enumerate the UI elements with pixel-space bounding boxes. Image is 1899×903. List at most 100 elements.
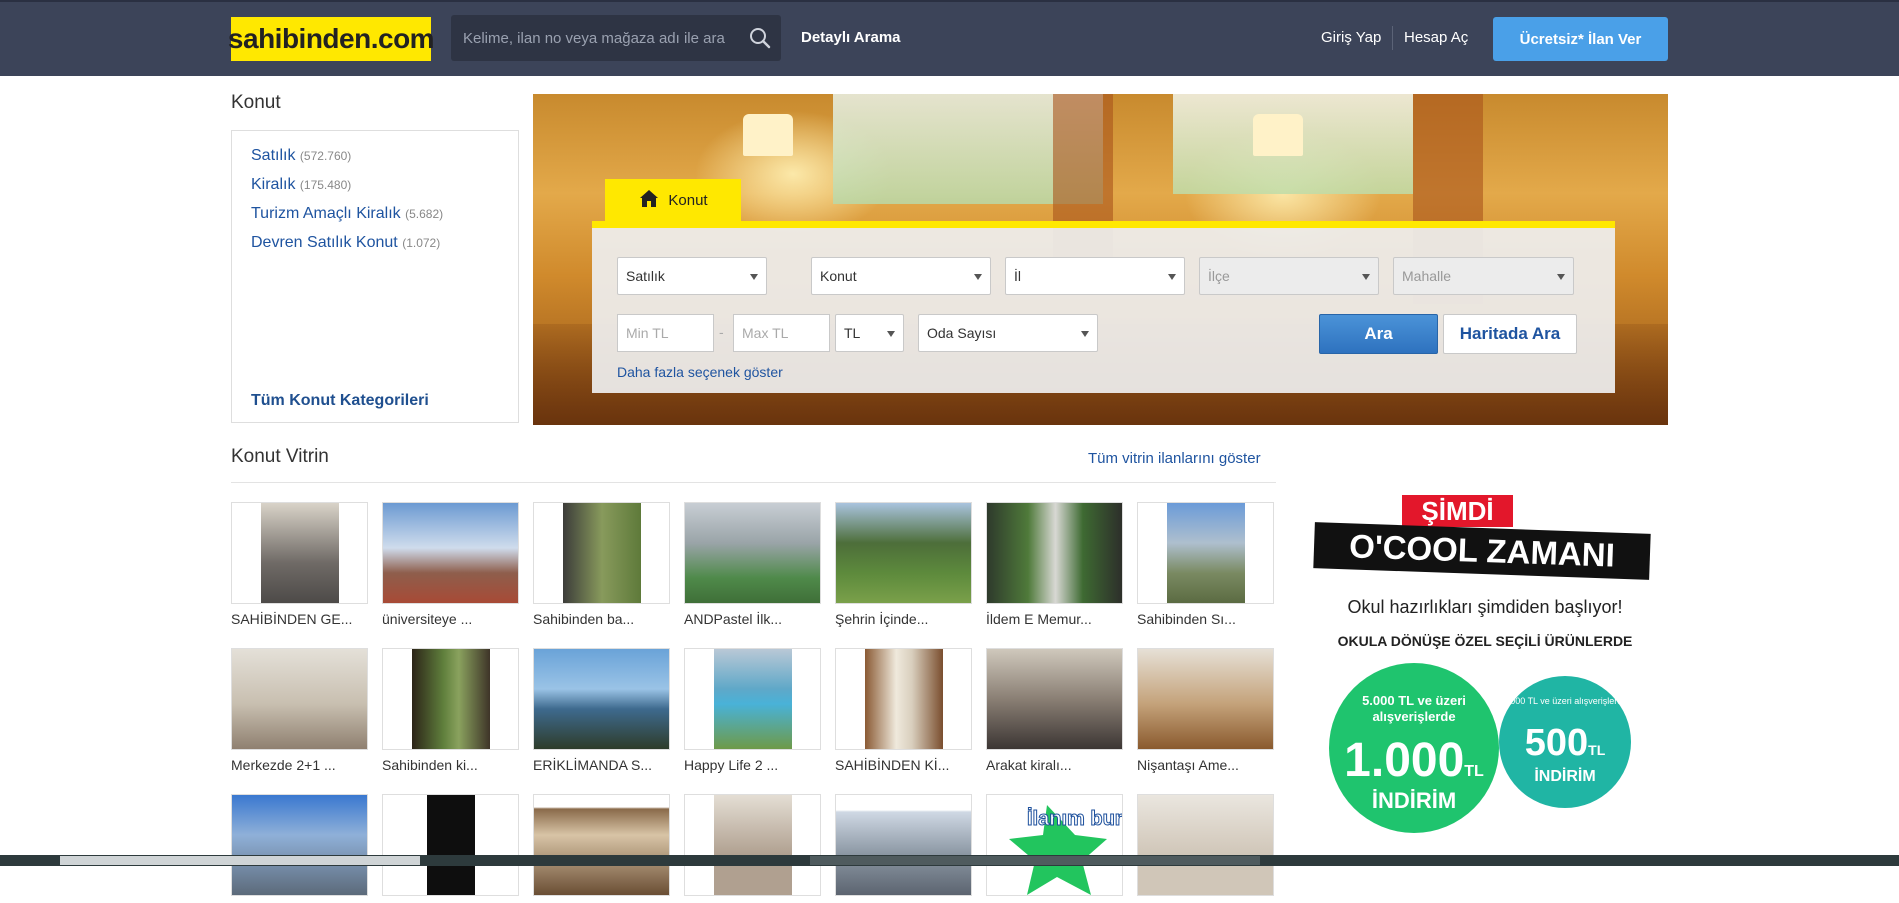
listing-thumbnail[interactable] [231, 794, 368, 896]
listing-title[interactable]: SAHİBİNDEN Kİ... [835, 757, 972, 773]
listing-card[interactable] [231, 794, 368, 903]
listing-title[interactable]: Happy Life 2 ... [684, 757, 821, 773]
listing-thumbnail[interactable] [1137, 648, 1274, 750]
listing-card[interactable] [835, 794, 972, 903]
listing-title[interactable]: Şehrin İçinde... [835, 611, 972, 627]
listing-thumbnail[interactable] [835, 502, 972, 604]
listing-card[interactable]: Happy Life 2 ... [684, 648, 821, 773]
top-header: sahibinden.com Detaylı Arama Giriş Yap H… [0, 0, 1899, 76]
listing-card[interactable]: Sahibinden ba... [533, 502, 670, 627]
listing-card[interactable]: SAHİBİNDEN Kİ... [835, 648, 972, 773]
listing-thumbnail[interactable] [533, 794, 670, 896]
listing-thumbnail[interactable] [835, 648, 972, 750]
listing-card[interactable]: üniversiteye ... [382, 502, 519, 627]
showcase-all-link[interactable]: Tüm vitrin ilanlarını göster [1088, 450, 1261, 467]
listing-thumbnail[interactable] [533, 648, 670, 750]
min-price-input[interactable] [617, 314, 714, 352]
currency-select[interactable]: TL [835, 314, 904, 352]
listing-thumbnail[interactable] [684, 648, 821, 750]
listing-card[interactable] [684, 794, 821, 903]
category-box: Satılık (572.760) Kiralık (175.480) Turi… [231, 130, 519, 423]
category-label[interactable]: Satılık [251, 147, 295, 164]
listing-card[interactable] [1137, 794, 1274, 903]
register-link[interactable]: Hesap Aç [1404, 29, 1468, 46]
category-item-tourism-rent[interactable]: Turizm Amaçlı Kiralık (5.682) [251, 205, 443, 234]
listing-card[interactable]: İldem E Memur... [986, 502, 1123, 627]
scrollbar-thumb[interactable] [60, 856, 420, 865]
listing-title[interactable]: Nişantaşı Ame... [1137, 757, 1274, 773]
listing-title[interactable]: Sahibinden ki... [382, 757, 519, 773]
listing-card[interactable]: Merkezde 2+1 ... [231, 648, 368, 773]
type-select[interactable]: Satılık [617, 257, 767, 295]
category-count: (572.760) [299, 149, 352, 163]
listing-thumbnail[interactable] [986, 648, 1123, 750]
listing-card[interactable]: Sahibinden ki... [382, 648, 519, 773]
tab-konut[interactable]: Konut [605, 179, 741, 221]
listing-title[interactable]: Arakat kiralı... [986, 757, 1123, 773]
hero-lamp [743, 114, 793, 156]
listing-card[interactable]: İlanım burada yer alsın [986, 794, 1123, 903]
listing-thumbnail[interactable] [1137, 794, 1274, 896]
listing-thumbnail[interactable] [684, 502, 821, 604]
listing-thumbnail[interactable] [382, 794, 519, 896]
listing-title[interactable]: Sahibinden Sı... [1137, 611, 1274, 627]
listing-card[interactable]: Arakat kiralı... [986, 648, 1123, 773]
category-label[interactable]: Kiralık [251, 176, 295, 193]
search-input[interactable] [451, 15, 743, 61]
site-logo[interactable]: sahibinden.com [228, 17, 435, 61]
listing-title[interactable]: SAHİBİNDEN GE... [231, 611, 368, 627]
category-item-transfer-sale[interactable]: Devren Satılık Konut (1.072) [251, 234, 443, 263]
listing-thumbnail[interactable]: İlanım burada yer alsın [986, 794, 1123, 896]
listing-title[interactable]: ERİKLİMANDA S... [533, 757, 670, 773]
city-select[interactable]: İl [1005, 257, 1185, 295]
post-free-ad-button[interactable]: Ücretsiz* İlan Ver [1493, 17, 1668, 61]
ad-headline-main: O'COOL ZAMANI [1313, 522, 1651, 580]
listing-title[interactable]: Merkezde 2+1 ... [231, 757, 368, 773]
rooms-select[interactable]: Oda Sayısı [918, 314, 1098, 352]
listing-card[interactable]: Şehrin İçinde... [835, 502, 972, 627]
listing-thumbnail[interactable] [231, 502, 368, 604]
listing-card[interactable]: SAHİBİNDEN GE... [231, 502, 368, 627]
search-icon[interactable] [749, 27, 771, 49]
ad-offer-2: 3.000 TL ve üzeri alışverişlerde 500TL İ… [1499, 676, 1631, 808]
map-search-button[interactable]: Haritada Ara [1443, 314, 1577, 354]
neighborhood-select[interactable]: Mahalle [1393, 257, 1574, 295]
search-button[interactable]: Ara [1319, 314, 1438, 354]
category-label[interactable]: Devren Satılık Konut [251, 234, 398, 251]
listing-card[interactable]: Nişantaşı Ame... [1137, 648, 1274, 773]
listing-card[interactable] [533, 794, 670, 903]
category-title: Konut [231, 92, 281, 113]
category-item-rent[interactable]: Kiralık (175.480) [251, 176, 443, 205]
listing-thumbnail[interactable] [382, 648, 519, 750]
listing-title[interactable]: üniversiteye ... [382, 611, 519, 627]
listing-title[interactable]: Sahibinden ba... [533, 611, 670, 627]
listing-thumbnail[interactable] [231, 648, 368, 750]
advertise-here-graphic: İlanım burada yer alsın [1009, 805, 1122, 895]
detailed-search-link[interactable]: Detaylı Arama [801, 29, 901, 46]
listing-thumbnail[interactable] [684, 794, 821, 896]
listing-card[interactable]: ANDPastel İlk... [684, 502, 821, 627]
listing-thumbnail[interactable] [382, 502, 519, 604]
listing-card[interactable] [382, 794, 519, 903]
listing-thumbnail[interactable] [533, 502, 670, 604]
category-label[interactable]: Turizm Amaçlı Kiralık [251, 205, 401, 222]
listing-title[interactable]: İldem E Memur... [986, 611, 1123, 627]
bottom-scrollbar[interactable] [0, 855, 1899, 866]
all-categories-link[interactable]: Tüm Konut Kategorileri [251, 392, 429, 410]
ad-offer-unit: TL [1588, 742, 1606, 758]
listing-card[interactable]: ERİKLİMANDA S... [533, 648, 670, 773]
ad-offer-unit: TL [1464, 763, 1484, 780]
listing-title[interactable]: ANDPastel İlk... [684, 611, 821, 627]
category-item-sale[interactable]: Satılık (572.760) [251, 147, 443, 176]
listing-thumbnail[interactable] [1137, 502, 1274, 604]
listing-thumbnail[interactable] [835, 794, 972, 896]
listing-card[interactable]: Sahibinden Sı... [1137, 502, 1274, 627]
more-options-link[interactable]: Daha fazla seçenek göster [617, 364, 783, 380]
category-select[interactable]: Konut [811, 257, 991, 295]
chevron-down-icon [1362, 274, 1370, 280]
advertisement-banner[interactable]: ŞİMDİ O'COOL ZAMANI Okul hazırlıkları şi… [1300, 485, 1670, 866]
max-price-input[interactable] [733, 314, 830, 352]
login-link[interactable]: Giriş Yap [1321, 29, 1381, 46]
listing-thumbnail[interactable] [986, 502, 1123, 604]
district-select[interactable]: İlçe [1199, 257, 1379, 295]
